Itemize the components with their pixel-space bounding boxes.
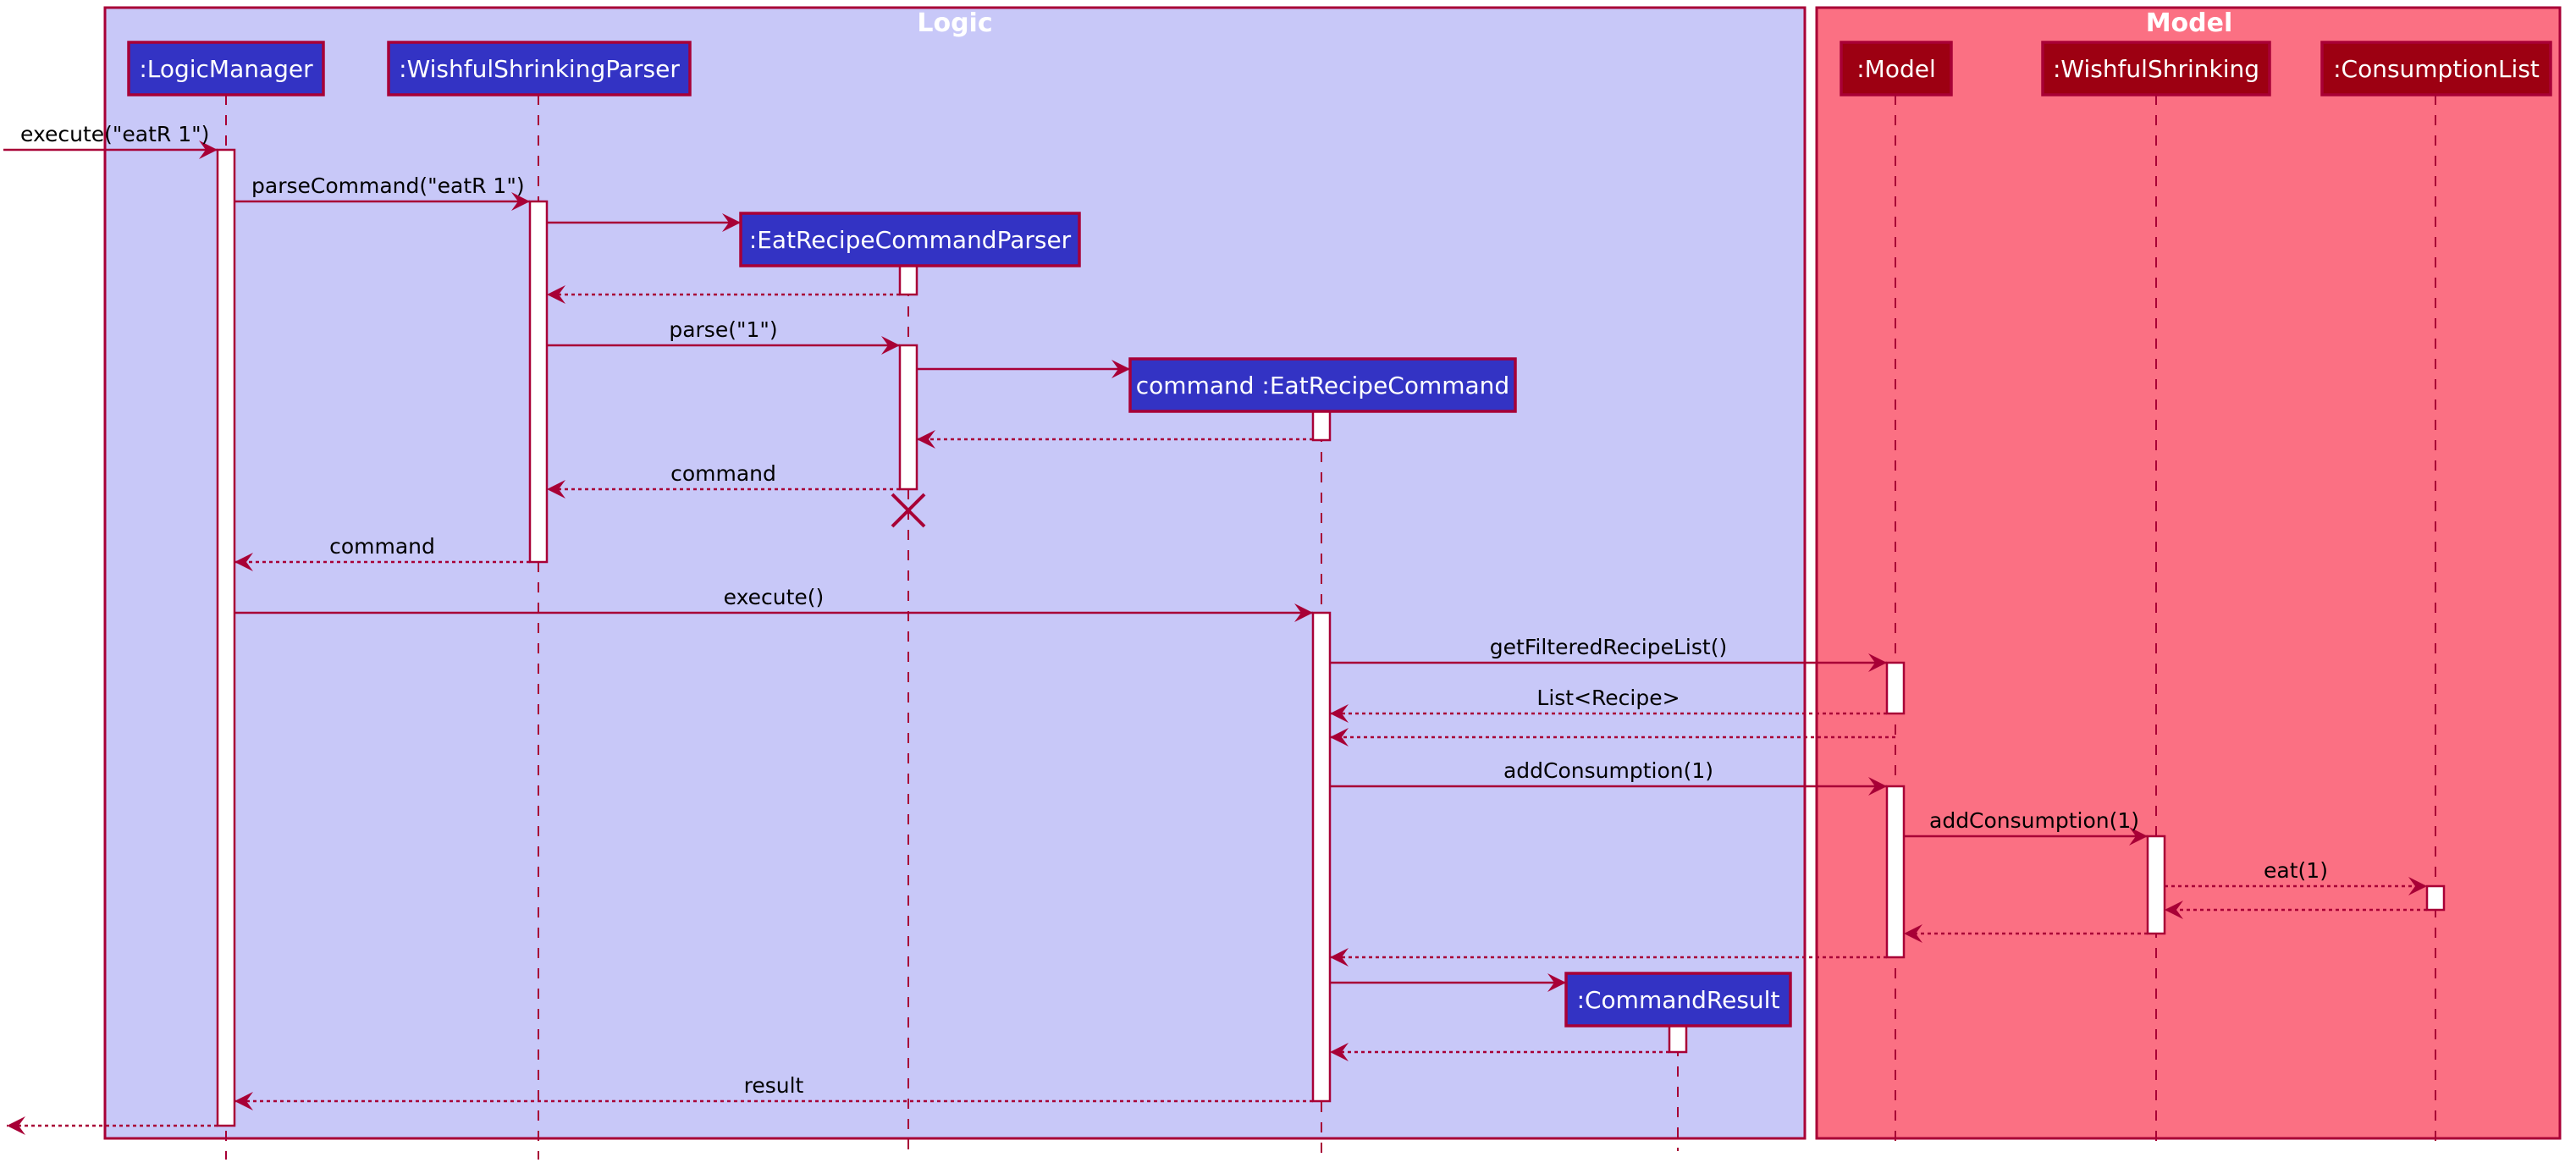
participant-label: :CommandResult — [1577, 986, 1780, 1014]
frame-model-title: Model — [2146, 8, 2233, 38]
activation-bar-model — [1885, 785, 1906, 959]
participant-label: :WishfulShrinking — [2053, 55, 2259, 83]
message-label: execute() — [724, 585, 825, 609]
activation-bar-logicManager — [216, 148, 236, 1127]
message-label: execute("eatR 1") — [20, 122, 209, 146]
message-label: result — [744, 1073, 804, 1098]
participant-logicManager[interactable]: :LogicManager — [127, 41, 325, 96]
activation-bar-command — [1311, 611, 1332, 1103]
activation-bar-parser — [528, 200, 549, 564]
activation-bar-command — [1311, 410, 1332, 442]
participant-label: :EatRecipeCommandParser — [749, 226, 1072, 254]
participant-command[interactable]: command :EatRecipeCommand — [1128, 357, 1517, 413]
participant-wishful[interactable]: :WishfulShrinking — [2041, 41, 2271, 96]
participant-label: command :EatRecipeCommand — [1136, 372, 1509, 399]
participant-result[interactable]: :CommandResult — [1564, 972, 1792, 1028]
participant-label: :WishfulShrinkingParser — [399, 55, 680, 83]
message-label: parse("1") — [669, 317, 777, 342]
message-label: command — [329, 534, 435, 559]
frame-logic-title: Logic — [917, 8, 992, 38]
activation-bar-eatParser — [898, 264, 918, 296]
participant-label: :Model — [1856, 55, 1936, 83]
participant-consumption[interactable]: :ConsumptionList — [2320, 41, 2552, 96]
message-label: getFilteredRecipeList() — [1490, 635, 1727, 659]
message-label: addConsumption(1) — [1503, 758, 1713, 783]
message-label: List<Recipe> — [1536, 686, 1680, 710]
activation-bar-eatParser — [898, 344, 918, 491]
arrowhead-icon — [7, 1116, 25, 1135]
participant-label: :LogicManager — [139, 55, 313, 83]
message-label: eat(1) — [2264, 858, 2328, 883]
activation-bar-wishful — [2146, 835, 2166, 935]
participant-label: :ConsumptionList — [2333, 55, 2540, 83]
participant-eatParser[interactable]: :EatRecipeCommandParser — [739, 212, 1081, 267]
frame-model: Model — [1815, 6, 2562, 1140]
frame-model-box — [1815, 6, 2562, 1140]
activation-bar-result — [1668, 1024, 1688, 1054]
sequence-diagram: Logic Model execute("eatR 1") parseCommand… — [3, 6, 2562, 1160]
activation-bar-model — [1885, 661, 1906, 715]
message-label: command — [670, 461, 776, 486]
activation-bar-consumption — [2425, 884, 2446, 912]
message-label: addConsumption(1) — [1929, 808, 2139, 833]
participant-model[interactable]: :Model — [1840, 41, 1953, 96]
participant-parser[interactable]: :WishfulShrinkingParser — [387, 41, 692, 96]
message-label: parseCommand("eatR 1") — [251, 174, 525, 198]
